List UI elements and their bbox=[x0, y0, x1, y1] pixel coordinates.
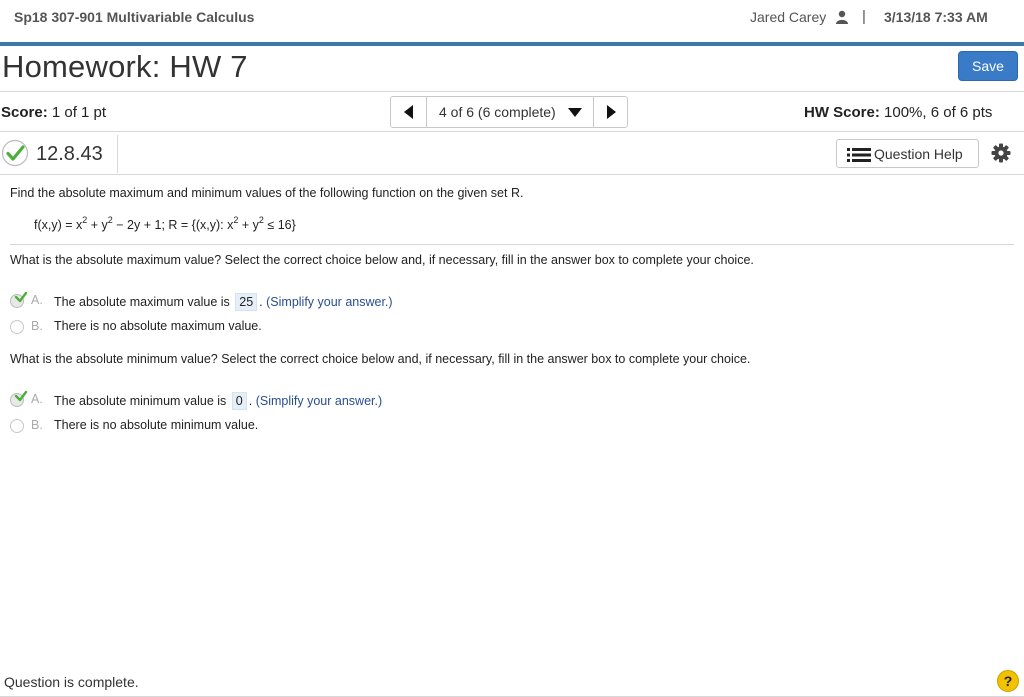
choice-max-a[interactable]: A. The absolute maximum value is 25. (Si… bbox=[10, 291, 510, 311]
choice-letter: B. bbox=[31, 418, 43, 432]
simplify-hint: (Simplify your answer.) bbox=[255, 394, 383, 408]
radio-min-a[interactable] bbox=[10, 390, 28, 407]
check-icon bbox=[14, 291, 28, 303]
header-separator: | bbox=[862, 8, 866, 25]
completion-status: Question is complete. bbox=[4, 674, 139, 690]
gear-icon[interactable] bbox=[991, 143, 1011, 163]
choice-text: The absolute maximum value is 25. (Simpl… bbox=[54, 293, 393, 311]
user-name[interactable]: Jared Carey bbox=[750, 9, 826, 25]
homework-score: HW Score: 100%, 6 of 6 pts bbox=[804, 104, 992, 121]
sub-question-min: What is the absolute minimum value? Sele… bbox=[10, 352, 751, 366]
choice-text: The absolute minimum value is 0. (Simpli… bbox=[54, 392, 383, 410]
radio-max-b[interactable] bbox=[10, 320, 24, 334]
header-accent-line bbox=[0, 42, 1024, 46]
top-bar: Sp18 307-901 Multivariable Calculus Jare… bbox=[0, 0, 1024, 42]
choice-min-b[interactable]: B. There is no absolute minimum value. bbox=[10, 416, 510, 436]
choice-max-b[interactable]: B. There is no absolute maximum value. bbox=[10, 317, 510, 337]
hw-score-value: 100%, 6 of 6 pts bbox=[884, 104, 993, 121]
choice-text: There is no absolute maximum value. bbox=[54, 319, 262, 333]
question-score: Score: 1 of 1 pt bbox=[1, 104, 106, 121]
question-number: 12.8.43 bbox=[36, 143, 103, 165]
next-question-button[interactable] bbox=[593, 97, 627, 127]
score-value: 1 of 1 pt bbox=[51, 104, 107, 121]
choice-letter: B. bbox=[31, 319, 43, 333]
question-help-label: Question Help bbox=[874, 146, 963, 162]
check-icon bbox=[1, 139, 29, 167]
simplify-hint: (Simplify your answer.) bbox=[266, 295, 393, 309]
choice-min-a[interactable]: A. The absolute minimum value is 0. (Sim… bbox=[10, 390, 510, 410]
radio-min-b[interactable] bbox=[10, 419, 24, 433]
choice-text: There is no absolute minimum value. bbox=[54, 418, 259, 432]
divider bbox=[0, 174, 1024, 175]
hw-score-label: HW Score: bbox=[804, 104, 880, 121]
question-position: 4 of 6 (6 complete) bbox=[439, 104, 556, 120]
divider bbox=[0, 91, 1024, 92]
course-title: Sp18 307-901 Multivariable Calculus bbox=[14, 9, 255, 25]
question-prompt: Find the absolute maximum and minimum va… bbox=[10, 186, 524, 200]
previous-question-button[interactable] bbox=[391, 97, 427, 127]
user-icon[interactable] bbox=[836, 10, 848, 24]
list-icon bbox=[847, 148, 871, 162]
question-help-button[interactable]: Question Help bbox=[836, 139, 979, 168]
choice-letter: A. bbox=[31, 392, 43, 406]
answer-box-max[interactable]: 25 bbox=[235, 293, 258, 311]
question-select-dropdown[interactable]: 4 of 6 (6 complete) bbox=[427, 97, 593, 127]
question-navigator: 4 of 6 (6 complete) bbox=[390, 96, 628, 128]
radio-max-a[interactable] bbox=[10, 291, 28, 308]
score-label: Score: bbox=[1, 104, 48, 121]
date-time: 3/13/18 7:33 AM bbox=[884, 9, 988, 25]
sub-question-max: What is the absolute maximum value? Sele… bbox=[10, 253, 754, 267]
caret-down-icon bbox=[568, 108, 582, 117]
divider bbox=[117, 135, 118, 173]
divider bbox=[10, 244, 1014, 245]
question-formula: f(x,y) = x2 + y2 − 2y + 1; R = {(x,y): x… bbox=[34, 214, 296, 232]
answer-box-min[interactable]: 0 bbox=[231, 392, 247, 410]
check-icon bbox=[14, 390, 28, 402]
page-title: Homework: HW 7 bbox=[2, 49, 248, 84]
help-icon[interactable]: ? bbox=[997, 670, 1019, 692]
divider bbox=[0, 131, 1024, 132]
save-button[interactable]: Save bbox=[958, 51, 1018, 81]
choice-letter: A. bbox=[31, 293, 43, 307]
